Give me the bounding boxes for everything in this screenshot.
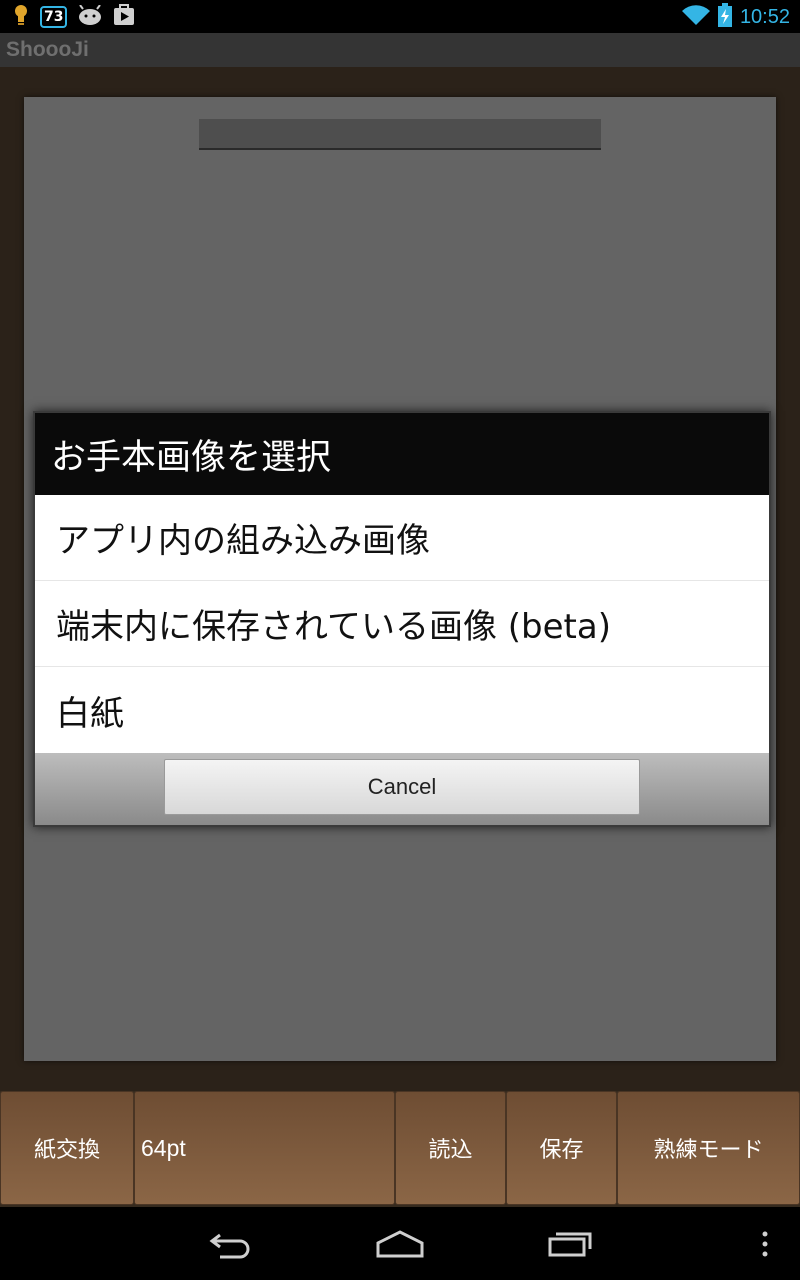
- option-builtin-images[interactable]: アプリ内の組み込み画像: [35, 495, 769, 581]
- app-title: ShoooJi: [6, 38, 89, 61]
- recent-apps-icon[interactable]: [530, 1221, 610, 1267]
- status-bar: 73 10:52: [0, 0, 800, 33]
- dialog-option-list: アプリ内の組み込み画像 端末内に保存されている画像 (beta) 白紙: [35, 495, 769, 753]
- option-device-images[interactable]: 端末内に保存されている画像 (beta): [35, 581, 769, 667]
- navigation-bar: [0, 1207, 800, 1280]
- brush-size-button[interactable]: 64pt: [134, 1091, 395, 1205]
- home-icon[interactable]: [360, 1221, 440, 1267]
- dialog-footer: Cancel: [35, 753, 769, 825]
- paper-header-bar: [199, 119, 601, 150]
- battery-charging-icon: [717, 3, 732, 31]
- app-title-bar: ShoooJi: [0, 33, 800, 67]
- lightbulb-icon: [12, 3, 30, 31]
- select-template-dialog: お手本画像を選択 アプリ内の組み込み画像 端末内に保存されている画像 (beta…: [33, 411, 771, 827]
- bottom-toolbar: 紙交換 64pt 読込 保存 熟練モード: [0, 1091, 800, 1207]
- load-button[interactable]: 読込: [395, 1091, 506, 1205]
- status-clock: 10:52: [739, 5, 790, 28]
- wifi-icon: [681, 4, 710, 30]
- option-blank-paper[interactable]: 白紙: [35, 667, 769, 753]
- dialog-title: お手本画像を選択: [35, 413, 769, 495]
- paper-change-button[interactable]: 紙交換: [0, 1091, 134, 1205]
- play-store-icon: [113, 4, 135, 30]
- status-bar-notifications: 73: [12, 4, 135, 30]
- expert-mode-button[interactable]: 熟練モード: [617, 1091, 800, 1205]
- notification-count-icon: 73: [40, 6, 68, 28]
- save-button[interactable]: 保存: [506, 1091, 617, 1205]
- menu-icon[interactable]: [725, 1221, 800, 1267]
- cancel-button[interactable]: Cancel: [164, 759, 640, 815]
- back-icon[interactable]: [190, 1221, 270, 1267]
- android-icon: [77, 4, 103, 29]
- status-bar-system: 10:52: [681, 2, 790, 32]
